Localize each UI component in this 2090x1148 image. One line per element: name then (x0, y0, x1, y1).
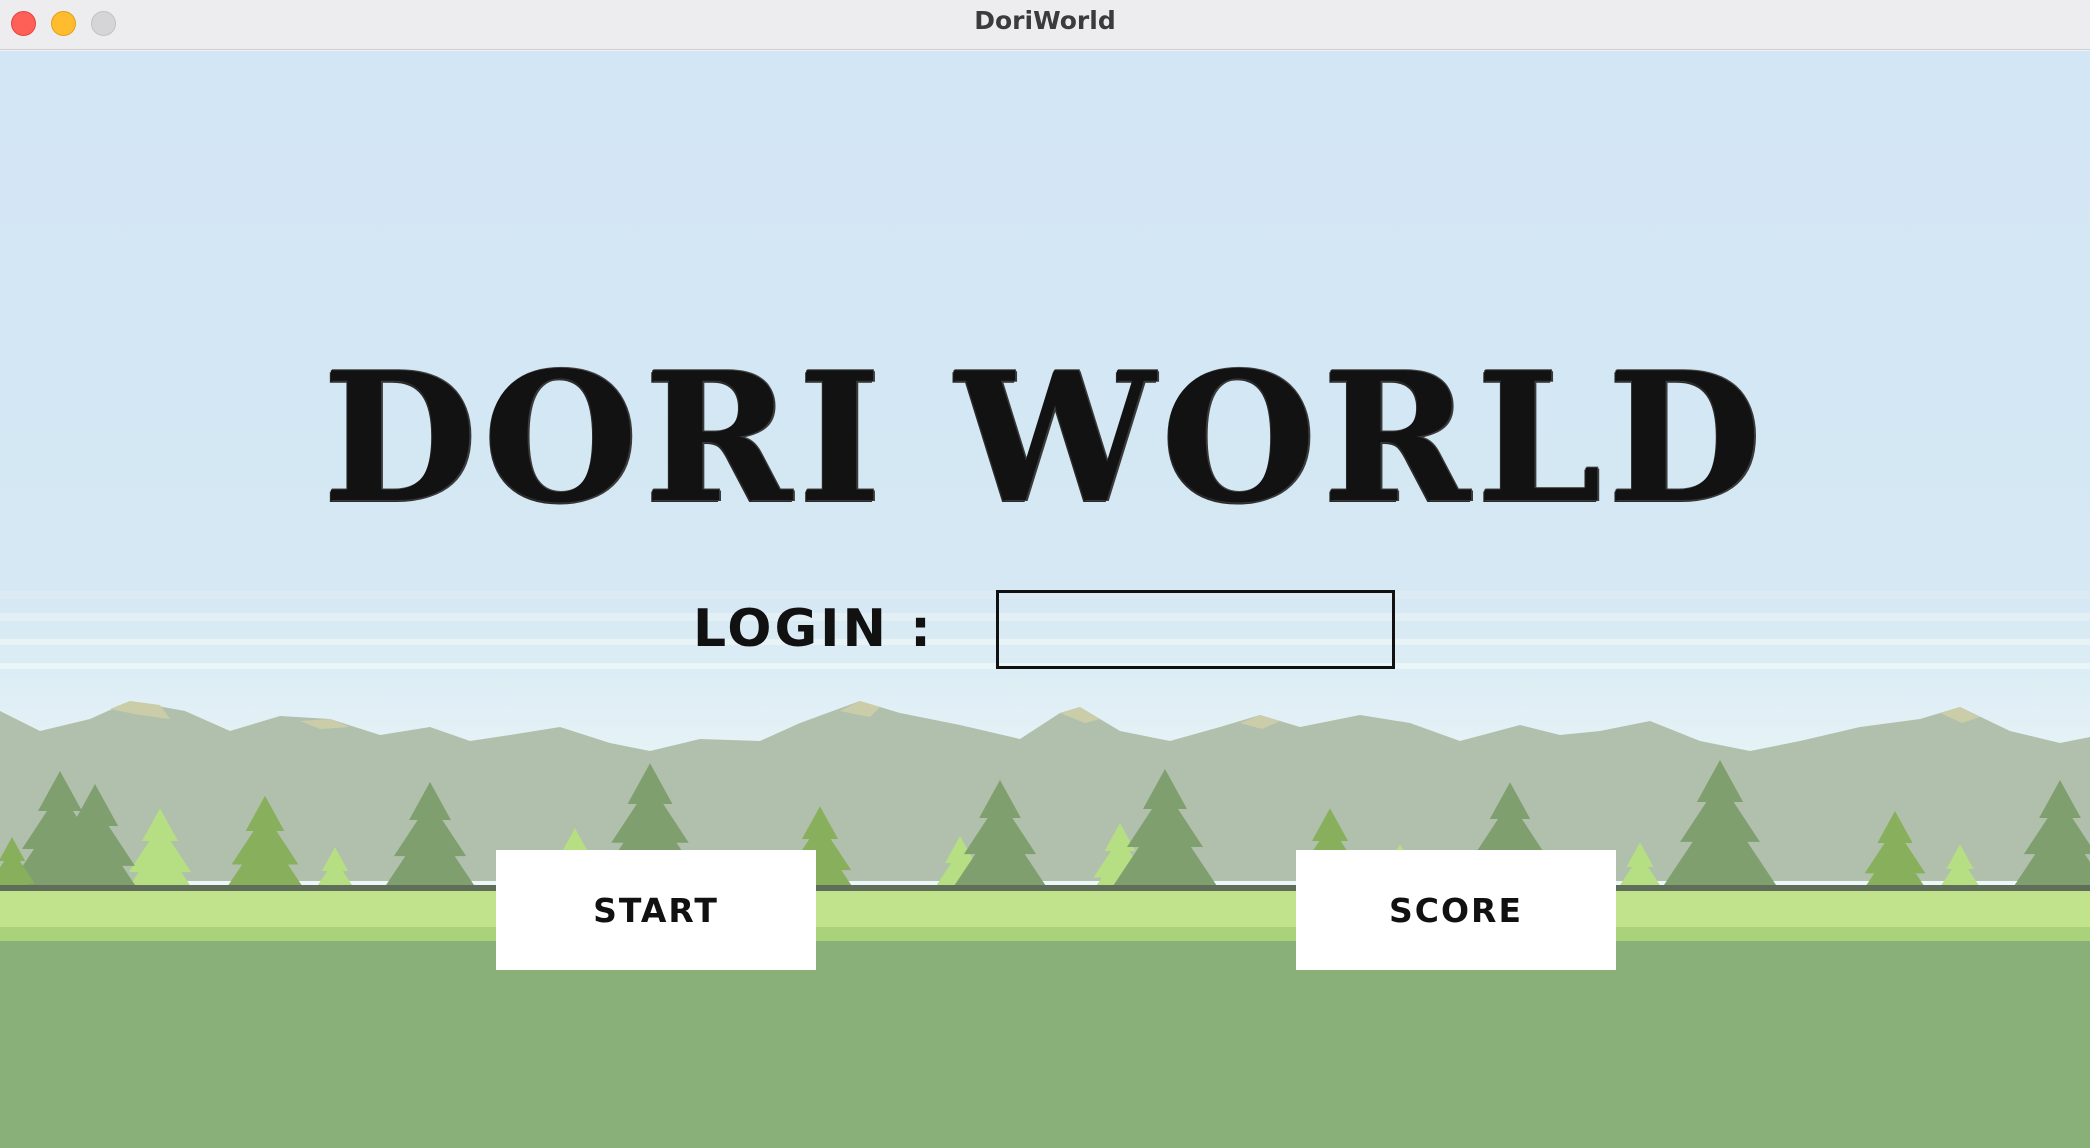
grass-strip (0, 891, 2090, 929)
login-label: LOGIN : (693, 599, 934, 659)
score-button[interactable]: SCORE (1296, 850, 1616, 970)
login-input[interactable] (996, 590, 1395, 669)
game-scene: DORI WORLD LOGIN : START SCORE (0, 51, 2090, 1148)
window-titlebar: DoriWorld (0, 0, 2090, 50)
window-title: DoriWorld (974, 6, 1116, 35)
game-title-logo: DORI WORLD (322, 333, 1768, 542)
start-button[interactable]: START (496, 850, 816, 970)
treeline-edge (0, 885, 2090, 891)
ground (0, 941, 2090, 1148)
